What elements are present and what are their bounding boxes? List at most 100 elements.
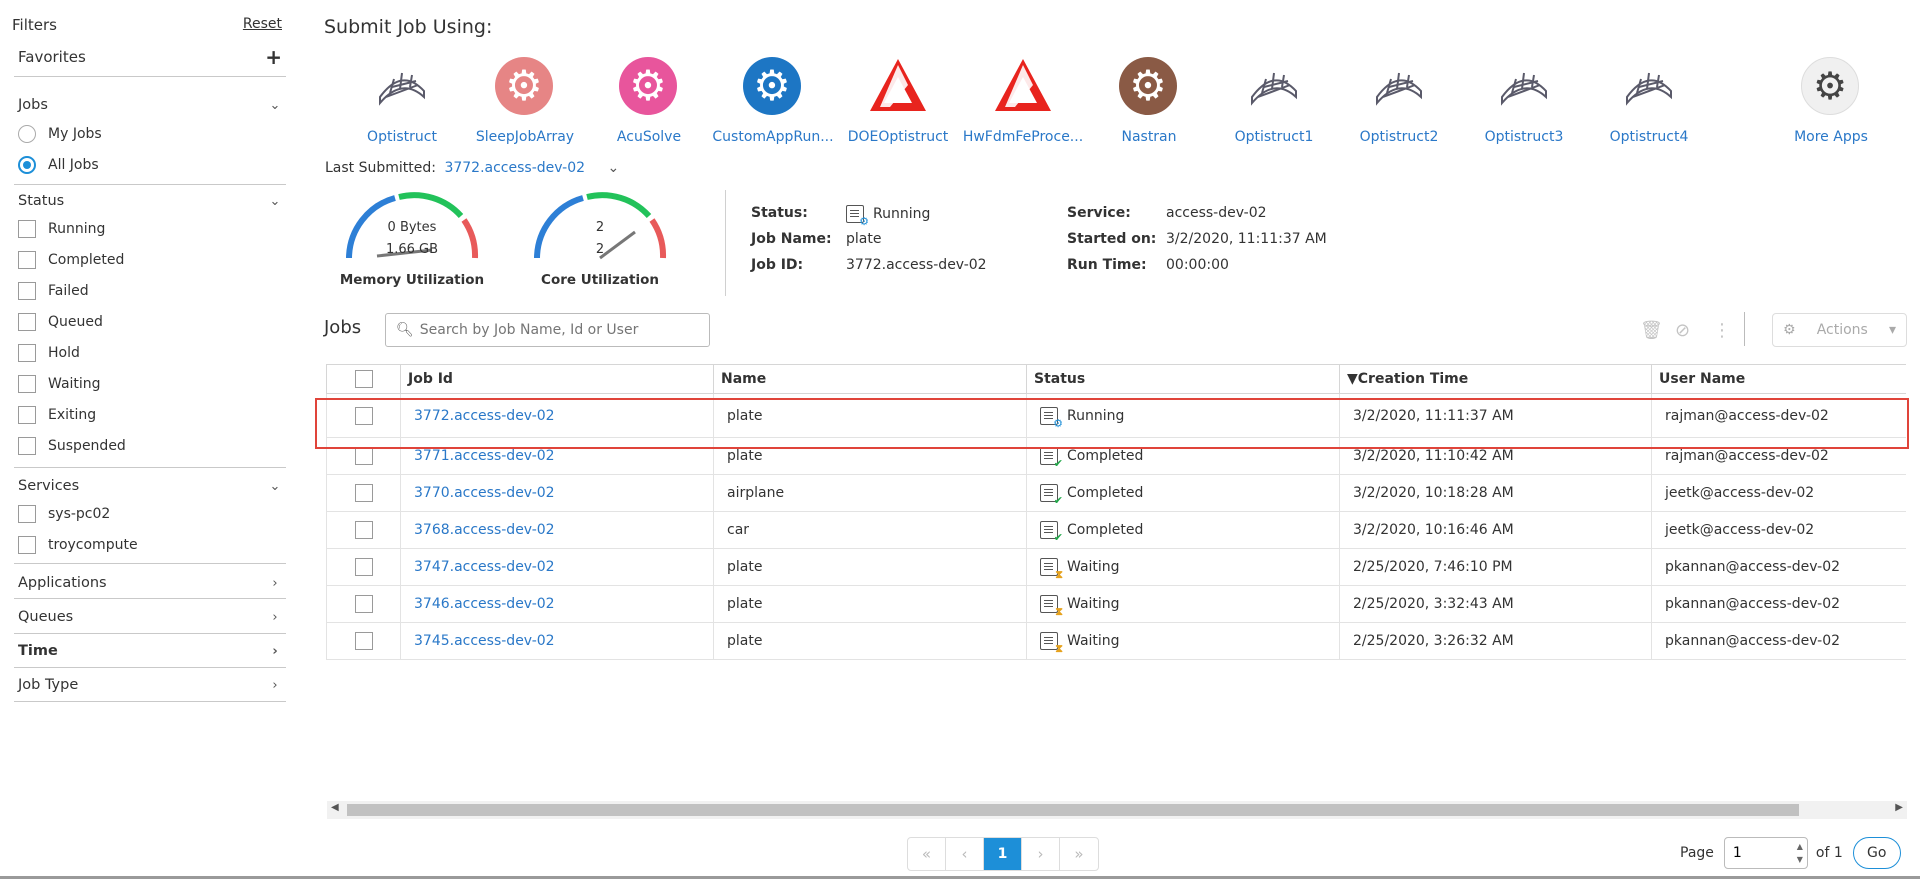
jobs-title: Jobs [324,317,362,338]
last-submitted-label: Last Submitted: [325,160,436,176]
radio-icon [18,124,36,143]
table-row[interactable]: 3747.access-dev-02 plate ⧗ Waiting 2/25/2… [326,549,1906,586]
job-id-label: Job ID: [751,257,804,273]
plus-icon[interactable]: + [265,47,282,67]
all-jobs-radio[interactable]: All Jobs [14,149,286,180]
status-checkbox-suspended[interactable]: Suspended [14,430,286,461]
jobs-section-header[interactable]: Jobs ⌄ [14,95,286,115]
creation-time-cell: 2/25/2020, 7:46:10 PM [1339,549,1651,585]
service-value: access-dev-02 [1166,205,1267,221]
checkbox-label: Suspended [48,437,126,454]
scroll-left-icon[interactable]: ◀ [331,802,339,813]
job-id-link[interactable]: 3770.access-dev-02 [400,475,713,511]
job-id-link[interactable]: 3745.access-dev-02 [400,623,713,659]
next-page-button[interactable]: › [1022,838,1060,870]
job-id-link[interactable]: 3771.access-dev-02 [400,438,713,474]
service-checkbox-troycompute[interactable]: troycompute [14,529,286,560]
table-row[interactable]: 3770.access-dev-02 airplane ✔ Completed 3… [326,475,1906,512]
status-checkbox-completed[interactable]: Completed [14,244,286,275]
table-row[interactable]: 3768.access-dev-02 car ✔ Completed 3/2/20… [326,512,1906,549]
filters-sidebar: Filters Reset Favorites + Jobs ⌄ My Jobs… [0,0,290,879]
app-tile-optistruct2[interactable]: Optistruct2 [1337,57,1461,145]
jobs-section-title: Jobs [18,97,48,113]
checkbox-icon [18,436,36,455]
row-checkbox[interactable] [326,586,400,622]
table-row[interactable]: 3746.access-dev-02 plate ⧗ Waiting 2/25/2… [326,586,1906,623]
trash-icon[interactable]: 🗑︎ [1640,320,1663,341]
job-type-section-header[interactable]: Job Type › [14,675,286,695]
last-submitted-link[interactable]: 3772.access-dev-02 [444,160,585,176]
app-tile-customapprun[interactable]: ⚙ CustomAppRun... [711,57,835,145]
table-row[interactable]: 3771.access-dev-02 plate ✔ Completed 3/2/… [326,438,1906,475]
gear-icon: ⚙ [1119,57,1179,117]
page-number-input[interactable] [1732,845,1783,861]
last-page-button[interactable]: » [1060,838,1098,870]
app-tile-optistruct4[interactable]: Optistruct4 [1587,57,1711,145]
table-row[interactable]: 3745.access-dev-02 plate ⧗ Waiting 2/25/2… [326,623,1906,660]
actions-dropdown[interactable]: ⚙ Actions ▾ [1772,313,1907,347]
row-checkbox[interactable] [326,623,400,659]
status-checkbox-queued[interactable]: Queued [14,306,286,337]
status-value: ⚙ Running [846,205,930,227]
horizontal-scrollbar[interactable]: ◀ ▶ [327,801,1907,819]
chevron-right-icon: › [272,609,278,625]
row-checkbox[interactable] [326,512,400,548]
cancel-icon[interactable]: ⊘ [1675,320,1690,341]
job-id-link[interactable]: 3746.access-dev-02 [400,586,713,622]
divider [1744,312,1745,346]
app-tile-hwfdmfeproce[interactable]: HwFdmFeProce... [961,57,1085,145]
scrollbar-thumb[interactable] [347,804,1799,816]
scroll-right-icon[interactable]: ▶ [1895,802,1903,813]
column-header-status[interactable]: Status [1026,365,1339,393]
current-page-button[interactable]: 1 [984,838,1022,870]
services-section-header[interactable]: Services ⌄ [14,476,286,496]
service-checkbox-sys-pc02[interactable]: sys-pc02 [14,498,286,529]
row-checkbox[interactable] [326,549,400,585]
row-checkbox[interactable] [326,438,400,474]
chevron-down-icon[interactable]: ⌄ [607,160,619,176]
column-header-name[interactable]: Name [713,365,1026,393]
go-button[interactable]: Go [1852,837,1901,869]
row-checkbox[interactable] [326,475,400,511]
select-all-checkbox[interactable] [326,365,400,393]
applications-section-header[interactable]: Applications › [14,573,286,593]
status-checkbox-running[interactable]: Running [14,213,286,244]
time-section-header[interactable]: Time › [14,641,286,661]
checkbox-label: Waiting [48,375,101,392]
job-id-link[interactable]: 3768.access-dev-02 [400,512,713,548]
prev-page-button[interactable]: ‹ [946,838,984,870]
queues-section-header[interactable]: Queues › [14,607,286,627]
row-checkbox[interactable] [326,394,400,437]
job-search-box[interactable]: 🔍︎ [385,313,710,347]
reset-link[interactable]: Reset [243,16,282,34]
app-tile-optistruct3[interactable]: Optistruct3 [1462,57,1586,145]
first-page-button[interactable]: « [908,838,946,870]
page-number-box[interactable]: ▲▼ [1723,837,1808,869]
column-header-job-id[interactable]: Job Id [400,365,713,393]
app-tile-acusolve[interactable]: ⚙ AcuSolve [587,57,711,145]
column-header-creation-time[interactable]: ▼Creation Time [1339,365,1651,393]
job-status-cell: ✔ Completed [1026,438,1339,474]
app-tile-optistruct1[interactable]: Optistruct1 [1212,57,1336,145]
status-checkbox-exiting[interactable]: Exiting [14,399,286,430]
job-id-link[interactable]: 3772.access-dev-02 [400,394,713,437]
status-checkbox-hold[interactable]: Hold [14,337,286,368]
app-tile-doeoptistruct[interactable]: DOEOptistruct [836,57,960,145]
status-checkbox-waiting[interactable]: Waiting [14,368,286,399]
spinner-icon[interactable]: ▲ ▼ [1797,840,1803,866]
more-apps-button[interactable]: ⚙ More Apps [1769,57,1893,145]
column-header-user-name[interactable]: User Name [1651,365,1906,393]
job-name-cell: airplane [713,475,1026,511]
queues-section-title: Queues [18,609,74,625]
status-checkbox-failed[interactable]: Failed [14,275,286,306]
my-jobs-radio[interactable]: My Jobs [14,118,286,149]
checkbox-icon [18,312,36,331]
table-row[interactable]: 3772.access-dev-02 plate ⚙ Running 3/2/20… [326,394,1906,438]
status-section-header[interactable]: Status ⌄ [14,191,286,211]
app-tile-optistruct[interactable]: Optistruct [340,57,464,145]
app-tile-sleepjobarray[interactable]: ⚙ SleepJobArray [463,57,587,145]
job-search-input[interactable] [419,322,690,338]
app-tile-nastran[interactable]: ⚙ Nastran [1087,57,1211,145]
more-vertical-icon[interactable]: ⋮ [1713,320,1731,341]
job-id-link[interactable]: 3747.access-dev-02 [400,549,713,585]
